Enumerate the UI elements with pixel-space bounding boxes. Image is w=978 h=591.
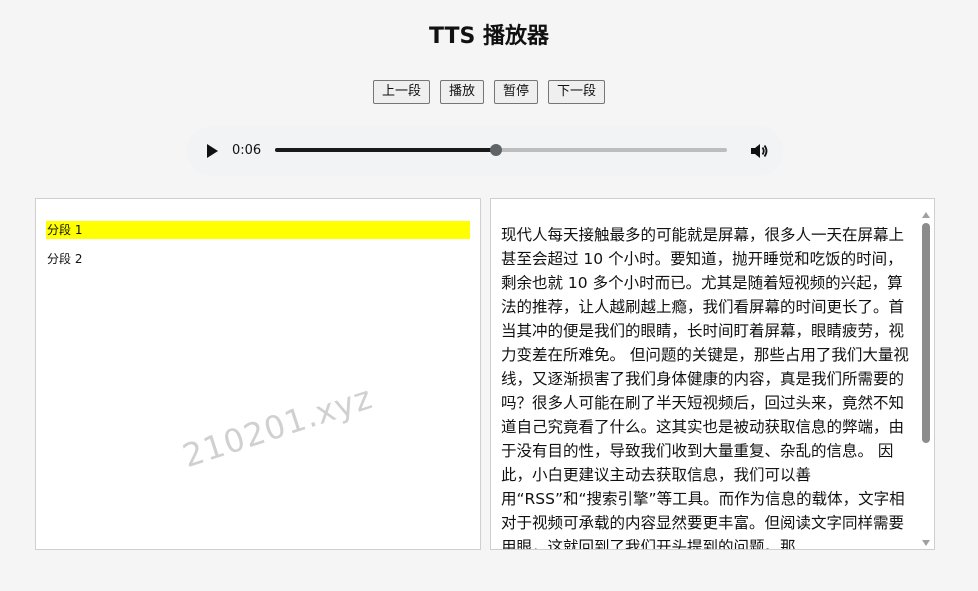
tts-player-page: TTS 播放器 上一段 播放 暂停 下一段 0:06 分段 1 分段 2 210… [0,0,978,591]
play-icon[interactable] [203,142,221,160]
audio-current-time: 0:06 [232,143,262,158]
segment-item-2[interactable]: 分段 2 [46,250,470,268]
scroll-thumb[interactable] [922,223,930,443]
next-segment-button[interactable]: 下一段 [548,80,606,104]
audio-player: 0:06 [187,126,783,176]
watermark: 210201.xyz [178,378,378,476]
page-title: TTS 播放器 [428,24,550,49]
prev-segment-button[interactable]: 上一段 [372,80,430,104]
playback-controls: 上一段 播放 暂停 下一段 [0,80,978,104]
audio-seek-bar[interactable] [275,144,727,156]
audio-seek-thumb[interactable] [490,144,503,156]
scroll-down-arrow-icon[interactable] [921,533,931,546]
scroll-up-arrow-icon[interactable] [921,205,931,218]
segment-text-panel[interactable]: 现代人每天接触最多的可能就是屏幕，很多人一天在屏幕上甚至会超过 10 个小时。要… [490,198,935,550]
volume-icon[interactable] [750,141,770,161]
segment-list: 分段 1 分段 2 210201.xyz [35,198,481,550]
play-button[interactable]: 播放 [439,80,484,104]
audio-progress-fill [275,148,497,152]
segment-item-1[interactable]: 分段 1 [46,221,470,239]
text-scrollbar[interactable] [918,199,934,549]
segment-text: 现代人每天接触最多的可能就是屏幕，很多人一天在屏幕上甚至会超过 10 个小时。要… [501,226,909,550]
pause-button[interactable]: 暂停 [494,80,539,104]
